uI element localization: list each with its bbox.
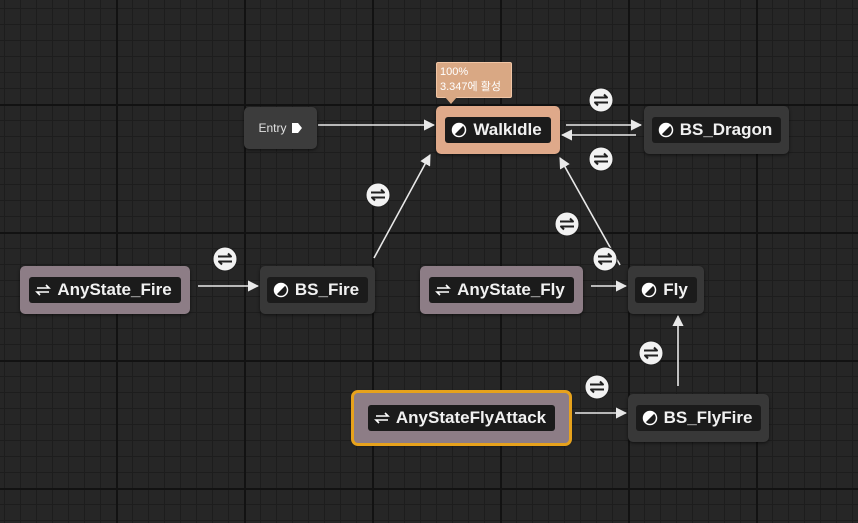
half-circle-icon	[452, 122, 467, 138]
transition-arrows-icon[interactable]	[588, 146, 614, 172]
transition-arrows-icon[interactable]	[212, 246, 238, 272]
conduit-label: AnyState_Fire	[57, 280, 172, 299]
transition-arrows-icon[interactable]	[584, 374, 610, 400]
conduit-arrows-icon	[373, 412, 390, 424]
transition-arrows-icon[interactable]	[588, 87, 614, 113]
state-node-bs-dragon[interactable]: BS_Dragon	[644, 106, 789, 154]
state-label: BS_FlyFire	[663, 408, 753, 427]
conduit-node-anystate-fly[interactable]: AnyState_Fly	[420, 266, 583, 314]
transition-arrows-icon[interactable]	[554, 211, 580, 237]
tooltip-percent: 100%	[440, 66, 469, 78]
half-circle-icon	[273, 282, 289, 298]
active-state-tooltip: 100% 3.347에 활성	[436, 62, 512, 104]
entry-node[interactable]: Entry	[244, 107, 317, 149]
transition-wires	[198, 119, 684, 419]
half-circle-icon	[641, 282, 657, 298]
state-node-bs-flyfire[interactable]: BS_FlyFire	[628, 394, 769, 442]
half-circle-icon	[658, 122, 673, 138]
transition-arrows-icon[interactable]	[592, 246, 618, 272]
conduit-label: AnyStateFlyAttack	[395, 408, 547, 427]
conduit-node-anystate-flyattack[interactable]: AnyStateFlyAttack	[351, 390, 572, 446]
state-node-walkidle[interactable]: WalkIdle	[436, 106, 560, 154]
state-node-fly[interactable]: Fly	[628, 266, 704, 314]
entry-arrow-icon	[291, 123, 302, 133]
anim-state-graph[interactable]: Entry 100% 3.347에 활성 WalkIdle BS_Dragon	[0, 0, 858, 523]
state-label: BS_Fire	[294, 280, 360, 299]
conduit-arrows-icon	[35, 284, 52, 296]
transition-arrows-icon[interactable]	[365, 182, 391, 208]
entry-label: Entry	[258, 121, 287, 135]
tooltip-active-time: 3.347에 활성	[440, 81, 501, 93]
conduit-arrows-icon	[435, 284, 452, 296]
conduit-node-anystate-fire[interactable]: AnyState_Fire	[20, 266, 190, 314]
state-label: Fly	[663, 280, 688, 299]
state-node-bs-fire[interactable]: BS_Fire	[260, 266, 375, 314]
transition-arrows-icon[interactable]	[638, 340, 664, 366]
half-circle-icon	[642, 410, 657, 426]
state-label: WalkIdle	[473, 120, 542, 139]
conduit-label: AnyState_Fly	[457, 280, 565, 299]
state-label: BS_Dragon	[679, 120, 773, 139]
